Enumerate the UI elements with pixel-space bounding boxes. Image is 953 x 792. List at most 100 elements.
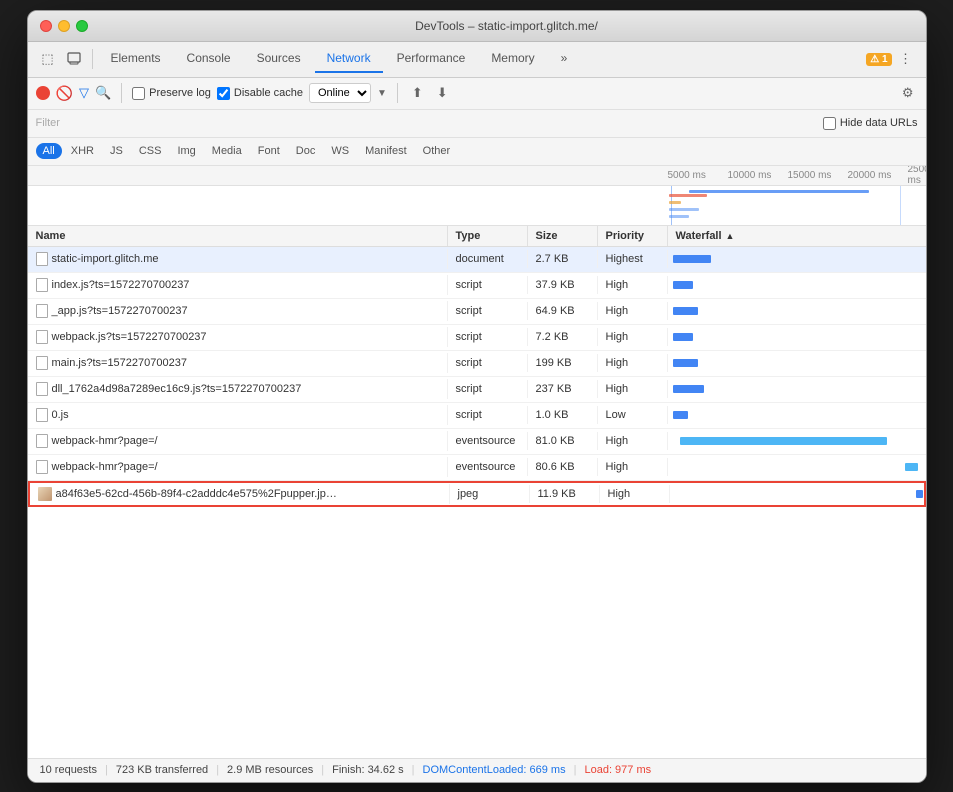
table-row-highlighted[interactable]: a84f63e5-62cd-456b-89f4-c2adddc4e575%2Fp… bbox=[28, 481, 926, 507]
table-row[interactable]: webpack-hmr?page=/ eventsource 81.0 KB H… bbox=[28, 429, 926, 455]
title-bar: DevTools – static-import.glitch.me/ bbox=[28, 11, 926, 42]
hide-data-urls-label[interactable]: Hide data URLs bbox=[823, 117, 918, 130]
td-type-5: script bbox=[448, 380, 528, 398]
td-priority-4: High bbox=[598, 354, 668, 372]
table-row[interactable]: webpack-hmr?page=/ eventsource 80.6 KB H… bbox=[28, 455, 926, 481]
filter-manifest[interactable]: Manifest bbox=[358, 143, 414, 159]
filter-css[interactable]: CSS bbox=[132, 143, 169, 159]
filter-other[interactable]: Other bbox=[416, 143, 458, 159]
filter-icon[interactable]: ▽ bbox=[79, 85, 89, 101]
settings-icon[interactable]: ⚙ bbox=[898, 83, 918, 103]
td-waterfall-0 bbox=[668, 247, 926, 272]
td-waterfall-5 bbox=[668, 377, 926, 402]
filter-media[interactable]: Media bbox=[205, 143, 249, 159]
td-type-6: script bbox=[448, 406, 528, 424]
th-waterfall[interactable]: Waterfall ▲ bbox=[668, 226, 926, 246]
warning-badge[interactable]: ⚠ 1 bbox=[866, 53, 891, 66]
close-button[interactable] bbox=[40, 20, 52, 32]
table-row[interactable]: webpack.js?ts=1572270700237 script 7.2 K… bbox=[28, 325, 926, 351]
preserve-log-label[interactable]: Preserve log bbox=[132, 87, 211, 100]
td-priority-8: High bbox=[598, 458, 668, 476]
disable-cache-label[interactable]: Disable cache bbox=[217, 87, 303, 100]
td-waterfall-6 bbox=[668, 403, 926, 428]
timeline-label-10000: 10000 ms bbox=[728, 170, 772, 181]
inspect-icon[interactable] bbox=[62, 47, 86, 71]
file-icon-5 bbox=[36, 382, 48, 396]
image-icon-9 bbox=[38, 487, 52, 501]
filter-font[interactable]: Font bbox=[251, 143, 287, 159]
tab-more[interactable]: » bbox=[549, 45, 580, 73]
td-type-8: eventsource bbox=[448, 458, 528, 476]
td-waterfall-8 bbox=[668, 455, 926, 480]
file-icon-4 bbox=[36, 356, 48, 370]
file-icon-7 bbox=[36, 434, 48, 448]
table-row[interactable]: _app.js?ts=1572270700237 script 64.9 KB … bbox=[28, 299, 926, 325]
preserve-log-checkbox[interactable] bbox=[132, 87, 145, 100]
maximize-button[interactable] bbox=[76, 20, 88, 32]
th-name[interactable]: Name bbox=[28, 226, 448, 246]
td-name-6: 0.js bbox=[28, 405, 448, 425]
td-name-1: index.js?ts=1572270700237 bbox=[28, 275, 448, 295]
td-size-7: 81.0 KB bbox=[528, 432, 598, 450]
tab-performance[interactable]: Performance bbox=[385, 45, 478, 73]
tab-console[interactable]: Console bbox=[175, 45, 243, 73]
td-priority-0: Highest bbox=[598, 250, 668, 268]
network-table[interactable]: Name Type Size Priority Waterfall ▲ bbox=[28, 226, 926, 758]
hide-data-urls-checkbox[interactable] bbox=[823, 117, 836, 130]
table-row[interactable]: main.js?ts=1572270700237 script 199 KB H… bbox=[28, 351, 926, 377]
more-options-icon[interactable]: ⋮ bbox=[894, 47, 918, 71]
th-priority[interactable]: Priority bbox=[598, 226, 668, 246]
devtools-container: ⬚ Elements Console Sources Network Perfo… bbox=[28, 42, 926, 782]
td-type-1: script bbox=[448, 276, 528, 294]
status-resources: 2.9 MB resources bbox=[227, 764, 313, 776]
td-size-2: 64.9 KB bbox=[528, 302, 598, 320]
tab-elements[interactable]: Elements bbox=[99, 45, 173, 73]
file-icon-0 bbox=[36, 252, 48, 266]
table-row[interactable]: 0.js script 1.0 KB Low bbox=[28, 403, 926, 429]
toolbar-divider-2 bbox=[121, 83, 122, 103]
td-size-1: 37.9 KB bbox=[528, 276, 598, 294]
timeline-label-5000: 5000 ms bbox=[668, 170, 706, 181]
search-icon[interactable]: 🔍 bbox=[95, 85, 111, 101]
th-type[interactable]: Type bbox=[448, 226, 528, 246]
tab-network[interactable]: Network bbox=[315, 45, 383, 73]
td-name-7: webpack-hmr?page=/ bbox=[28, 431, 448, 451]
filter-all[interactable]: All bbox=[36, 143, 62, 159]
export-har-icon[interactable]: ⬇ bbox=[433, 83, 452, 103]
td-name-0: static-import.glitch.me bbox=[28, 249, 448, 269]
import-har-icon[interactable]: ⬆ bbox=[408, 83, 427, 103]
td-priority-7: High bbox=[598, 432, 668, 450]
disable-cache-checkbox[interactable] bbox=[217, 87, 230, 100]
status-load: Load: 977 ms bbox=[584, 764, 651, 776]
tab-sources[interactable]: Sources bbox=[245, 45, 313, 73]
td-priority-2: High bbox=[598, 302, 668, 320]
filter-doc[interactable]: Doc bbox=[289, 143, 323, 159]
minimize-button[interactable] bbox=[58, 20, 70, 32]
th-size[interactable]: Size bbox=[528, 226, 598, 246]
throttle-dropdown-icon[interactable]: ▼ bbox=[377, 88, 387, 99]
sort-icon: ▲ bbox=[726, 231, 735, 241]
devtools-window: DevTools – static-import.glitch.me/ ⬚ El… bbox=[27, 10, 927, 783]
record-button[interactable] bbox=[36, 86, 50, 100]
td-priority-6: Low bbox=[598, 406, 668, 424]
stop-recording-icon[interactable]: 🚫 bbox=[56, 85, 73, 102]
throttle-select[interactable]: Online bbox=[309, 83, 371, 103]
table-row[interactable]: dll_1762a4d98a7289ec16c9.js?ts=157227070… bbox=[28, 377, 926, 403]
type-filters-bar: All XHR JS CSS Img Media Font Doc WS Man… bbox=[28, 138, 926, 166]
cursor-icon[interactable]: ⬚ bbox=[36, 47, 60, 71]
status-transferred: 723 KB transferred bbox=[116, 764, 208, 776]
filter-xhr[interactable]: XHR bbox=[64, 143, 101, 159]
td-waterfall-3 bbox=[668, 325, 926, 350]
td-waterfall-7 bbox=[668, 429, 926, 454]
filter-img[interactable]: Img bbox=[170, 143, 202, 159]
filter-ws[interactable]: WS bbox=[324, 143, 356, 159]
filter-js[interactable]: JS bbox=[103, 143, 130, 159]
file-icon-3 bbox=[36, 330, 48, 344]
table-row[interactable]: index.js?ts=1572270700237 script 37.9 KB… bbox=[28, 273, 926, 299]
td-size-5: 237 KB bbox=[528, 380, 598, 398]
tab-memory[interactable]: Memory bbox=[479, 45, 546, 73]
table-row[interactable]: static-import.glitch.me document 2.7 KB … bbox=[28, 247, 926, 273]
td-priority-1: High bbox=[598, 276, 668, 294]
status-finish: Finish: 34.62 s bbox=[332, 764, 404, 776]
td-priority-9: High bbox=[600, 485, 670, 503]
